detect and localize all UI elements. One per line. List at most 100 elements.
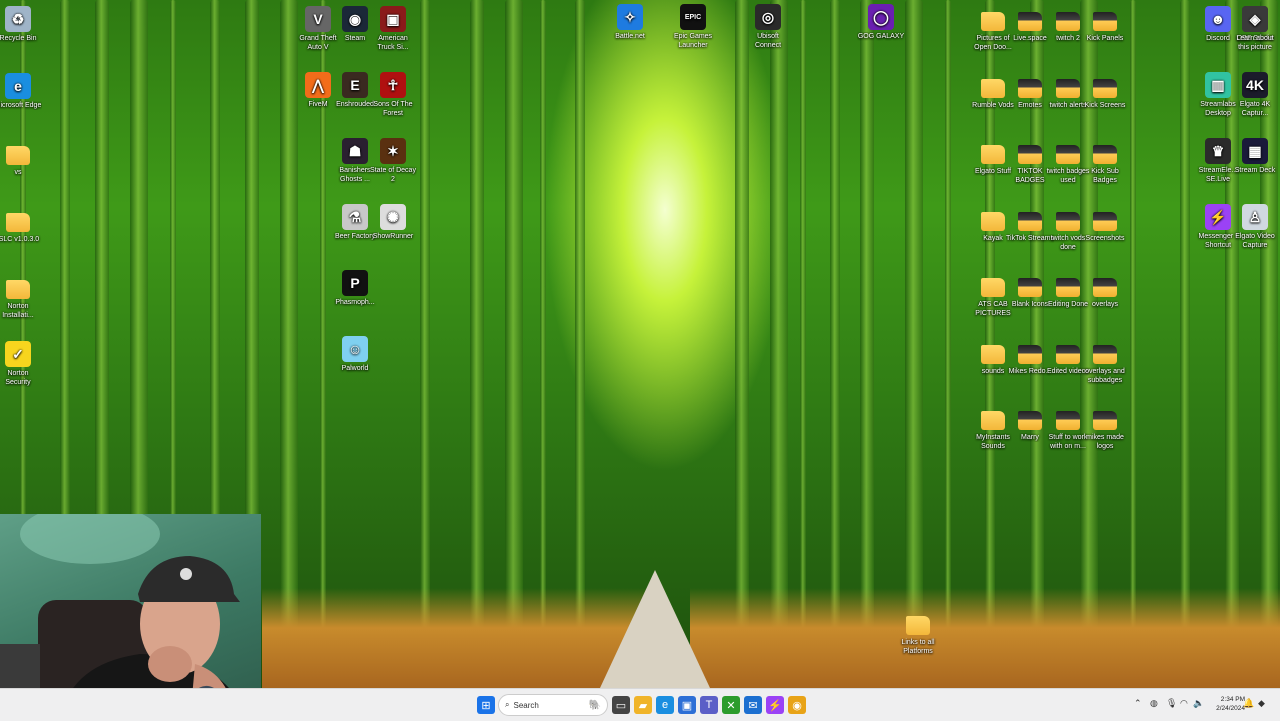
desktop-icon-phasmophobia[interactable]: P Phasmoph... [331, 270, 379, 307]
desktop-icon-ubisoft[interactable]: ◎ Ubisoft Connect [744, 4, 792, 50]
desktop-icon-recycle-bin[interactable]: ♻ Recycle Bin [0, 6, 42, 43]
desktop-icon-norton-installati-[interactable]: Norton Installati... [0, 274, 42, 320]
sons-forest-icon: ☥ [380, 72, 406, 98]
desktop-icon-sons-forest[interactable]: ☥ Sons Of The Forest [369, 72, 417, 118]
desktop-folder-screenshots[interactable]: Screenshots [1081, 206, 1129, 243]
desktop-folder-overlays[interactable]: overlays [1081, 272, 1129, 309]
desktop-icon-ats[interactable]: ▣ American Truck Si... [369, 6, 417, 52]
task-view-button[interactable]: ▭ [612, 696, 630, 714]
desktop-icon-label: overlays and subbadges [1085, 367, 1125, 384]
taskbar-clock[interactable]: 2:34 PM 2/24/2024 [1205, 695, 1245, 713]
start-button[interactable]: ⊞ [477, 696, 495, 714]
folder-icon [1017, 6, 1043, 32]
desktop-icon-label: ISLC v1.0.3.0 [0, 236, 40, 243]
desktop-folder-overlays-and-subbadges[interactable]: overlays and subbadges [1081, 339, 1129, 385]
desktop-icon-label: Elgato Video Capture [1235, 233, 1275, 249]
desktop-icon-battlenet[interactable]: ✧ Battle.net [606, 4, 654, 41]
steam-icon: ◉ [342, 6, 368, 32]
desktop-icon-norton-security[interactable]: ✓ Norton Security [0, 341, 42, 387]
desktop-icon-links-to-all-platforms[interactable]: Links to all Platforms [894, 610, 942, 656]
bamboo-stalk [830, 0, 840, 688]
desktop-icon-stream-deck[interactable]: ▦ Stream Deck [1231, 138, 1279, 175]
elgato-4k-icon: 4K [1242, 72, 1268, 98]
grass-left [262, 588, 652, 688]
bamboo-stalk [420, 0, 430, 688]
bamboo-stalk [945, 0, 951, 688]
folder-icon [1055, 73, 1081, 99]
desktop-folder-mikes-made-logos[interactable]: mikes made logos [1081, 405, 1129, 451]
volume-icon[interactable]: 🔈 [1193, 698, 1204, 709]
bamboo-stalk [735, 0, 749, 688]
desktop-icon-gog-galaxy[interactable]: ◯ GOG GALAXY [857, 4, 905, 41]
folder-icon [980, 73, 1006, 99]
stream-deck-icon: ▦ [1242, 138, 1268, 164]
show-hidden-icons-chevron-icon[interactable]: ⌃ [1134, 698, 1142, 709]
grass-right [690, 588, 1280, 688]
desktop-icon-showrunner[interactable]: ✺ ShowRunner [369, 204, 417, 241]
folder-icon [980, 339, 1006, 365]
norton-icon: ✓ [5, 341, 31, 367]
desktop-icon-elgato-video[interactable]: ♙ Elgato Video Capture [1231, 204, 1279, 250]
desktop-icon-epic-games[interactable]: EPIC Epic Games Launcher [669, 4, 717, 50]
desktop-icon-label: ShowRunner [372, 233, 414, 240]
network-tray-icon[interactable]: ◍ [1150, 698, 1158, 709]
folder-icon [1017, 139, 1043, 165]
mail-taskbar-button[interactable]: ✉ [744, 696, 762, 714]
folder-icon [1017, 339, 1043, 365]
store-taskbar-button[interactable]: ▣ [678, 696, 696, 714]
taskbar: ⌕ Search 🐘 ⊞ ▭ ▰ e ▣ T ✕ ✉ ⚡ ◉ ⌃ ◍ 🎙 ◠ 🔈 2:34 PM … [0, 688, 1280, 721]
desktop-icon-label: Epic Games Launcher [673, 33, 713, 49]
battlenet-icon: ✧ [617, 4, 643, 30]
taskbar-search-box[interactable]: ⌕ Search 🐘 [498, 694, 608, 716]
folder-icon [980, 139, 1006, 165]
search-icon: ⌕ [505, 700, 510, 709]
clock-time: 2:34 PM [1220, 696, 1245, 703]
wifi-icon[interactable]: ◠ [1180, 698, 1188, 709]
desktop-folder-kick-screens[interactable]: Kick Screens [1081, 73, 1129, 110]
xbox-taskbar-button[interactable]: ✕ [722, 696, 740, 714]
desktop-icon-microsoft-edge[interactable]: e Microsoft Edge [0, 73, 42, 110]
copilot-icon[interactable]: ◆ [1258, 698, 1265, 709]
desktop-icon-label: Sons Of The Forest [373, 101, 413, 117]
elgato-video-icon: ♙ [1242, 204, 1268, 230]
bamboo-stalk [505, 0, 523, 688]
folder-icon [1055, 405, 1081, 431]
chrome-taskbar-button[interactable]: ◉ [788, 696, 806, 714]
messenger-icon: ⚡ [1205, 204, 1231, 230]
desktop-icon-label: vs [14, 169, 22, 176]
desktop-icon-vs[interactable]: vs [0, 140, 42, 177]
folder-icon [1055, 206, 1081, 232]
folder-icon [980, 272, 1006, 298]
wallpaper-path [600, 570, 710, 688]
file-explorer-button[interactable]: ▰ [634, 696, 652, 714]
folder-icon [1092, 405, 1118, 431]
state-of-decay-icon: ✶ [380, 138, 406, 164]
edge-taskbar-button[interactable]: e [656, 696, 674, 714]
bamboo-stalk [1130, 0, 1136, 688]
desktop-folder-kick-panels[interactable]: Kick Panels [1081, 6, 1129, 43]
desktop-icon-elgato-4k[interactable]: 4K Elgato 4K Captur... [1231, 72, 1279, 118]
desktop-icon-label: Learn about this picture [1236, 35, 1274, 51]
folder-icon [1017, 206, 1043, 232]
messenger-taskbar-button[interactable]: ⚡ [766, 696, 784, 714]
desktop-icon-learn-picture[interactable]: ◈ Learn about this picture [1231, 6, 1279, 52]
teams-taskbar-button[interactable]: T [700, 696, 718, 714]
desktop-folder-kick-sub-badges[interactable]: Kick Sub Badges [1081, 139, 1129, 185]
banishers-icon: ☗ [342, 138, 368, 164]
bell-icon[interactable]: 🔔 [1243, 698, 1254, 709]
folder-icon [1055, 272, 1081, 298]
desktop-icon-label: GOG GALAXY [857, 33, 905, 40]
microphone-tray-icon[interactable]: 🎙 [1166, 698, 1177, 709]
desktop-icon-state-of-decay[interactable]: ✶ State of Decay 2 [369, 138, 417, 184]
desktop-icon-palworld[interactable]: ☺ Palworld [331, 336, 379, 373]
bamboo-stalk [905, 0, 923, 688]
bamboo-stalk [575, 0, 585, 688]
folder-icon [1017, 405, 1043, 431]
palworld-icon: ☺ [342, 336, 368, 362]
desktop-icon-islc-v1-0-3-0[interactable]: ISLC v1.0.3.0 [0, 207, 42, 244]
bamboo-stalk [470, 0, 484, 688]
folder-icon [905, 610, 931, 636]
folder-icon [5, 207, 31, 233]
desktop-icon-label: mikes made logos [1086, 434, 1124, 450]
desktop-icon-label: Kick Sub Badges [1091, 168, 1119, 184]
